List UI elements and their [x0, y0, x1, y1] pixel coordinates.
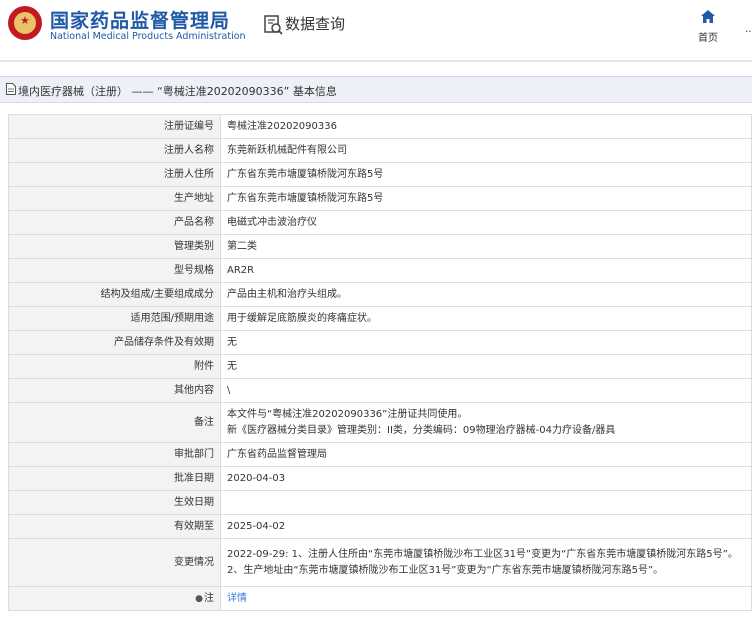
row-value: 广东省东莞市塘厦镇桥陇河东路5号 [220, 162, 752, 187]
row-label: 产品储存条件及有效期 [8, 330, 221, 355]
row-label: 生效日期 [8, 490, 221, 515]
row-label: 变更情况 [8, 538, 221, 587]
header-divider [0, 60, 752, 62]
table-row: 其他内容 \ [8, 378, 752, 403]
row-label: 生产地址 [8, 186, 221, 211]
table-row: 有效期至 2025-04-02 [8, 514, 752, 539]
home-label: 首页 [698, 33, 718, 44]
table-row: 注册人名称 东莞新跃机械配件有限公司 [8, 138, 752, 163]
breadcrumb-text: 境内医疗器械（注册） —— “粤械注准20202090336” 基本信息 [18, 85, 337, 98]
row-value [220, 490, 752, 515]
row-value: 东莞新跃机械配件有限公司 [220, 138, 752, 163]
table-row: 产品名称 电磁式冲击波治疗仪 [8, 210, 752, 235]
site-name[interactable]: 国家药品监督管理局 [50, 6, 230, 33]
details-link[interactable]: 详情 [227, 593, 247, 604]
row-label: 其他内容 [8, 378, 221, 403]
row-value: 粤械注准20202090336 [220, 114, 752, 139]
row-label: 适用范围/预期用途 [8, 306, 221, 331]
table-row: 批准日期 2020-04-03 [8, 466, 752, 491]
home-icon [701, 10, 715, 23]
row-label: 注册人住所 [8, 162, 221, 187]
row-value: 第二类 [220, 234, 752, 259]
table-row: 产品储存条件及有效期无 [8, 330, 752, 355]
table-row: 型号规格 AR2R [8, 258, 752, 283]
row-label: 管理类别 [8, 234, 221, 259]
row-value: 电磁式冲击波治疗仪 [220, 210, 752, 235]
data-search-icon [264, 15, 283, 35]
table-row: 管理类别 第二类 [8, 234, 752, 259]
row-value: 用于缓解足底筋膜炎的疼痛症状。 [220, 306, 752, 331]
row-value: 本文件与“粤械注准20202090336”注册证共同使用。新《医疗器械分类目录》… [220, 402, 752, 443]
table-row: 适用范围/预期用途 用于缓解足底筋膜炎的疼痛症状。 [8, 306, 752, 331]
row-value: 2025-04-02 [220, 514, 752, 539]
row-label: 批准日期 [8, 466, 221, 491]
page-title: 数据查询 [285, 15, 346, 33]
change-line-2: 2、生产地址由“东莞市塘厦镇桥陇沙布工业区31号”变更为“广东省东莞市塘厦镇桥陇… [227, 564, 664, 576]
row-value: 产品由主机和治疗头组成。 [220, 282, 752, 307]
row-value: 广东省药品监督管理局 [220, 442, 752, 467]
change-line-1: 2022-09-29: 1、注册人住所由“东莞市塘厦镇桥陇沙布工业区31号”变更… [227, 548, 738, 560]
row-value: 无 [220, 354, 752, 379]
row-label: 型号规格 [8, 258, 221, 283]
table-row: ●注 详情 [8, 586, 752, 611]
row-value: 无 [220, 330, 752, 355]
row-value: 详情 [220, 586, 752, 611]
row-label: 审批部门 [8, 442, 221, 467]
row-label: 产品名称 [8, 210, 221, 235]
row-label: 注册证编号 [8, 114, 221, 139]
row-value: 广东省东莞市塘厦镇桥陇河东路5号 [220, 186, 752, 211]
home-link[interactable]: 首页 [690, 8, 726, 44]
table-row: 结构及组成/主要组成成分 产品由主机和治疗头组成。 [8, 282, 752, 307]
row-label: 附件 [8, 354, 221, 379]
registration-info-table: 注册证编号 粤械注准20202090336 注册人名称 东莞新跃机械配件有限公司 注… [8, 114, 752, 611]
breadcrumb: 境内医疗器械（注册） —— “粤械注准20202090336” 基本信息 [0, 76, 752, 103]
site-header: ★ 国家药品监督管理局 National Medical Products Ad… [0, 0, 752, 62]
site-subtitle: National Medical Products Administration [50, 31, 246, 42]
row-label: ●注 [8, 586, 221, 611]
table-row: 生效日期 [8, 490, 752, 515]
nmpa-emblem-icon[interactable]: ★ [8, 6, 42, 40]
table-row: 生产地址 广东省东莞市塘厦镇桥陇河东路5号 [8, 186, 752, 211]
note-label: 注 [204, 592, 214, 604]
row-label: 有效期至 [8, 514, 221, 539]
row-value: 2022-09-29: 1、注册人住所由“东莞市塘厦镇桥陇沙布工业区31号”变更… [220, 538, 752, 587]
table-row: 注册证编号 粤械注准20202090336 [8, 114, 752, 139]
table-row: 附件无 [8, 354, 752, 379]
table-row: 变更情况 2022-09-29: 1、注册人住所由“东莞市塘厦镇桥陇沙布工业区31… [8, 538, 752, 587]
row-label: 结构及组成/主要组成成分 [8, 282, 221, 307]
remark-line-1: 本文件与“粤械注准20202090336”注册证共同使用。 [227, 408, 468, 420]
table-row: 注册人住所 广东省东莞市塘厦镇桥陇河东路5号 [8, 162, 752, 187]
row-value: 2020-04-03 [220, 466, 752, 491]
document-icon [6, 83, 16, 95]
table-row: 备注 本文件与“粤械注准20202090336”注册证共同使用。新《医疗器械分类目… [8, 402, 752, 443]
table-row: 审批部门 广东省药品监督管理局 [8, 442, 752, 467]
remark-line-2: 新《医疗器械分类目录》管理类别：II类，分类编码：09物理治疗器械-04力疗设备… [227, 424, 616, 436]
row-label: 注册人名称 [8, 138, 221, 163]
row-label: 备注 [8, 402, 221, 443]
row-value: \ [220, 378, 752, 403]
location-pin-icon: ● [195, 593, 203, 604]
row-value: AR2R [220, 258, 752, 283]
header-overflow-text: … [745, 24, 752, 35]
